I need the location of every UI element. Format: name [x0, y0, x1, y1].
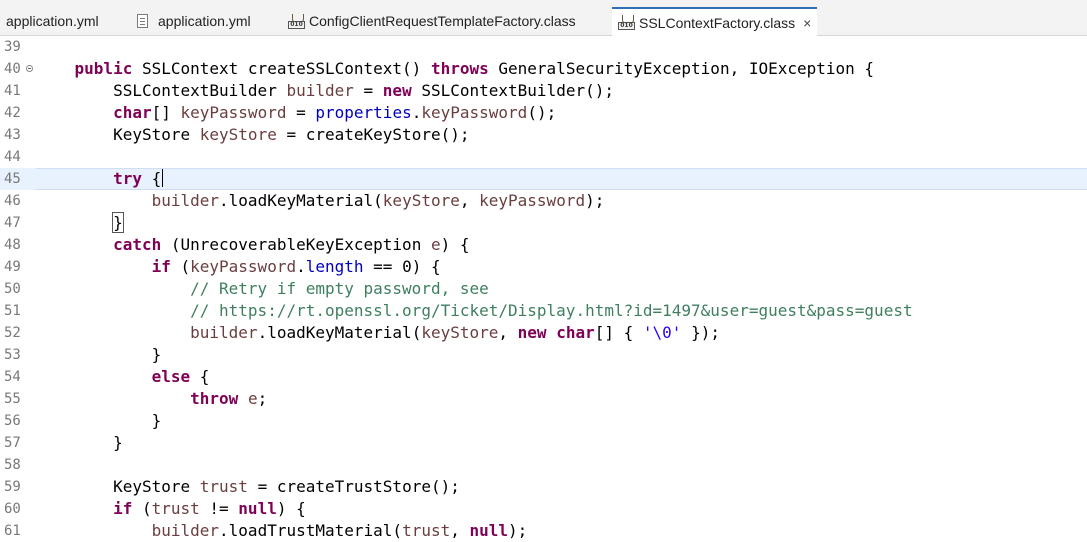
code-text: try {	[113, 169, 164, 188]
code-line[interactable]: 39	[0, 36, 1087, 58]
code-line[interactable]: 61 builder.loadTrustMaterial(trust, null…	[0, 520, 1087, 542]
code-text: if (trust != null) {	[113, 499, 306, 518]
code-text: char[] keyPassword = properties.keyPassw…	[113, 103, 557, 122]
fold-toggle-icon[interactable]	[26, 65, 33, 72]
line-number: 50	[4, 281, 21, 297]
code-line[interactable]: 56 }	[0, 410, 1087, 432]
tab-label: ConfigClientRequestTemplateFactory.class	[309, 13, 576, 29]
code-line[interactable]: 55 throw e;	[0, 388, 1087, 410]
file-icon	[137, 14, 148, 28]
line-number: 59	[4, 479, 21, 495]
code-text: builder.loadKeyMaterial(keyStore, new ch…	[190, 323, 720, 342]
text-caret	[162, 169, 164, 187]
code-text: catch (UnrecoverableKeyException e) {	[113, 235, 470, 254]
code-line[interactable]: 59 KeyStore trust = createTrustStore();	[0, 476, 1087, 498]
code-line[interactable]: 40 public SSLContext createSSLContext() …	[0, 58, 1087, 80]
code-text: }	[36, 411, 162, 430]
code-text: public SSLContext createSSLContext() thr…	[74, 59, 875, 78]
tab-config-client-request-template-factory[interactable]: 010 ConfigClientRequestTemplateFactory.c…	[288, 10, 576, 32]
tab-application-yml-1[interactable]: application.yml	[6, 10, 99, 32]
code-line[interactable]: 42 char[] keyPassword = properties.keyPa…	[0, 102, 1087, 124]
line-number: 52	[4, 325, 21, 341]
line-number: 48	[4, 237, 21, 253]
class-file-icon: 010	[288, 13, 305, 29]
line-number: 53	[4, 347, 21, 363]
line-number: 56	[4, 413, 21, 429]
tab-application-yml-2[interactable]: application.yml	[137, 10, 251, 32]
code-text: else {	[151, 367, 210, 386]
code-text: builder.loadKeyMaterial(keyStore, keyPas…	[151, 191, 605, 210]
code-text: KeyStore keyStore = createKeyStore();	[36, 125, 470, 144]
tab-ssl-context-factory[interactable]: 010 SSLContextFactory.class ×	[612, 7, 818, 36]
code-line[interactable]: 48 catch (UnrecoverableKeyException e) {	[0, 234, 1087, 256]
line-number: 61	[4, 523, 21, 539]
line-number: 58	[4, 457, 21, 473]
line-number: 41	[4, 83, 21, 99]
code-text: throw e;	[190, 389, 268, 408]
tab-label: application.yml	[158, 13, 251, 29]
tab-label: SSLContextFactory.class	[639, 14, 796, 31]
code-line[interactable]: 52 builder.loadKeyMaterial(keyStore, new…	[0, 322, 1087, 344]
code-line[interactable]: 57 }	[0, 432, 1087, 454]
code-text: }	[36, 212, 124, 234]
code-line[interactable]: 45 try {	[0, 168, 1087, 190]
code-text: }	[36, 433, 123, 452]
code-line[interactable]: 43 KeyStore keyStore = createKeyStore();	[0, 124, 1087, 146]
line-number: 42	[4, 105, 21, 121]
editor-tab-bar: application.yml application.yml 010 Conf…	[0, 0, 1087, 36]
code-line[interactable]: 60 if (trust != null) {	[0, 498, 1087, 520]
code-line[interactable]: 46 builder.loadKeyMaterial(keyStore, key…	[0, 190, 1087, 212]
code-text: // https://rt.openssl.org/Ticket/Display…	[190, 301, 913, 320]
code-line[interactable]: 41 SSLContextBuilder builder = new SSLCo…	[0, 80, 1087, 102]
code-text: }	[36, 345, 162, 364]
line-number: 43	[4, 127, 21, 143]
line-number: 46	[4, 193, 21, 209]
class-file-icon: 010	[618, 15, 635, 30]
line-number: 57	[4, 435, 21, 451]
line-number: 60	[4, 501, 21, 517]
code-line[interactable]: 47 }	[0, 212, 1087, 234]
code-text: // Retry if empty password, see	[190, 279, 489, 298]
code-line[interactable]: 51 // https://rt.openssl.org/Ticket/Disp…	[0, 300, 1087, 322]
tab-label: application.yml	[6, 13, 99, 29]
code-text: if (keyPassword.length == 0) {	[151, 257, 441, 276]
line-number: 47	[4, 215, 21, 231]
close-icon[interactable]: ×	[803, 15, 811, 31]
line-number: 49	[4, 259, 21, 275]
code-line[interactable]: 58	[0, 454, 1087, 476]
code-line[interactable]: 54 else {	[0, 366, 1087, 388]
line-number: 44	[4, 149, 21, 165]
line-number: 51	[4, 303, 21, 319]
code-line[interactable]: 49 if (keyPassword.length == 0) {	[0, 256, 1087, 278]
line-number: 45	[4, 171, 21, 187]
code-editor[interactable]: 39 40 public SSLContext createSSLContext(…	[0, 36, 1087, 540]
code-line[interactable]: 50 // Retry if empty password, see	[0, 278, 1087, 300]
code-line[interactable]: 44	[0, 146, 1087, 168]
code-text: KeyStore trust = createTrustStore();	[36, 477, 460, 496]
line-number: 39	[4, 39, 21, 55]
code-text: builder.loadTrustMaterial(trust, null);	[151, 521, 528, 540]
code-line[interactable]: 53 }	[0, 344, 1087, 366]
code-text: SSLContextBuilder builder = new SSLConte…	[36, 81, 614, 100]
bracket-match-highlight: }	[112, 212, 124, 233]
line-number: 55	[4, 391, 21, 407]
line-number: 54	[4, 369, 21, 385]
